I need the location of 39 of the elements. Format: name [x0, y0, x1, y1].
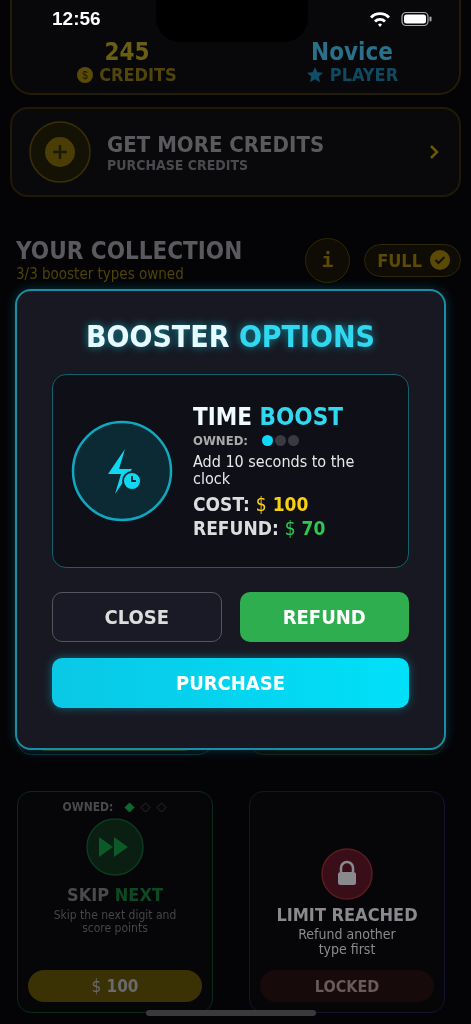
cost-label: COST:	[193, 493, 250, 516]
limit-title: LIMIT REACHED	[276, 904, 418, 925]
refund-value: $ 70	[284, 517, 326, 540]
close-button[interactable]: CLOSE	[52, 592, 222, 642]
battery-icon	[401, 11, 433, 27]
owned-label: OWNED:	[193, 432, 248, 448]
refund-button[interactable]: REFUND	[239, 592, 409, 642]
full-badge: FULL	[364, 243, 461, 277]
lightning-clock-icon	[71, 420, 173, 522]
booster-description: Skip the next digit and score points	[52, 909, 178, 936]
locked-button[interactable]: LOCKED	[260, 970, 434, 1002]
coin-icon: $	[77, 66, 94, 83]
chevron-icon	[429, 144, 439, 160]
price-button[interactable]: $ 100	[28, 970, 202, 1002]
credits-label: CREDITS	[99, 64, 177, 85]
dialog-title: BOOSTER OPTIONS	[84, 319, 377, 354]
cost-value: $ 100	[255, 493, 309, 516]
rank-label: PLAYER	[329, 64, 399, 85]
get-credits-button[interactable]: GET MORE CREDITS PURCHASE CREDITS	[10, 107, 461, 197]
plus-icon	[29, 121, 91, 183]
check-icon	[430, 250, 450, 270]
booster-name: SKIP NEXT	[67, 884, 163, 905]
credits-value: 245	[104, 40, 150, 64]
fast-forward-icon	[86, 818, 144, 876]
booster-description: Add 10 seconds to the clock	[193, 453, 356, 488]
limit-message: Refund another type first	[297, 927, 397, 957]
status-time: 12:56	[52, 8, 101, 30]
lock-icon	[321, 848, 373, 900]
info-button[interactable]: i	[305, 237, 351, 283]
booster-card[interactable]: OWNED: SKIP NEXT Skip the next digit and score points $ 100	[17, 791, 213, 1013]
booster-name: TIME BOOST	[193, 402, 344, 431]
star-icon	[305, 65, 324, 84]
rank-value: Novice	[311, 40, 393, 64]
section-title: YOUR COLLECTION	[16, 237, 244, 265]
owned-label: OWNED:	[62, 800, 114, 814]
wifi-icon	[369, 11, 391, 27]
refund-label: REFUND:	[193, 517, 279, 540]
section-subtitle: 3/3 booster types owned	[16, 265, 185, 283]
purchase-button[interactable]: PURCHASE	[52, 658, 409, 708]
